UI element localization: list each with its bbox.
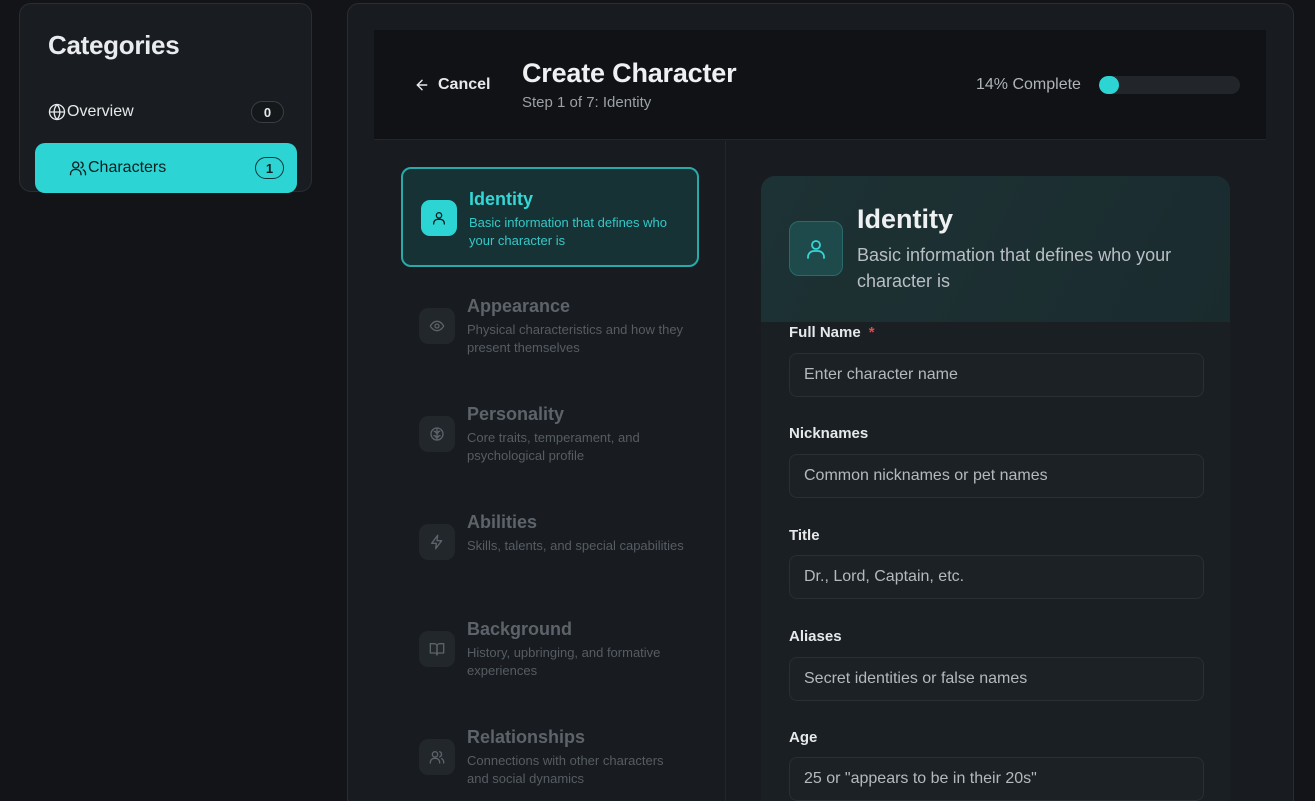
- step-description: Basic information that defines who your …: [469, 215, 667, 248]
- eye-icon: [419, 308, 455, 344]
- sidebar-item-label: Characters: [88, 159, 167, 176]
- globe-icon: [48, 103, 66, 121]
- aliases-input[interactable]: [789, 657, 1204, 701]
- book-icon: [419, 631, 455, 667]
- age-input[interactable]: [789, 757, 1204, 801]
- users-icon: [69, 159, 87, 177]
- nicknames-label: Nicknames: [789, 425, 869, 442]
- cancel-label: Cancel: [438, 76, 491, 93]
- step-description: Skills, talents, and special capabilitie…: [467, 538, 684, 553]
- step-title: Relationships: [467, 727, 586, 747]
- user-icon: [421, 200, 457, 236]
- step-description: Physical characteristics and how they pr…: [467, 322, 684, 355]
- section-description: Basic information that defines who your …: [857, 245, 1172, 291]
- nicknames-input[interactable]: [789, 454, 1204, 498]
- sidebar-title: Categories: [48, 30, 180, 60]
- lightning-icon: [419, 524, 455, 560]
- progress-bar: [1099, 76, 1240, 94]
- progress-label: 14% Complete: [976, 76, 1081, 93]
- sidebar-item-label: Overview: [67, 103, 134, 120]
- label-text: Full Name: [789, 324, 861, 341]
- step-indicator: Step 1 of 7: Identity: [522, 94, 652, 111]
- sidebar-item-characters[interactable]: Characters 1: [35, 143, 297, 193]
- cancel-button[interactable]: Cancel: [414, 72, 490, 98]
- step-description: Core traits, temperament, and psychologi…: [467, 430, 640, 463]
- step-title: Personality: [467, 404, 565, 424]
- step-background[interactable]: Background History, upbringing, and form…: [401, 599, 699, 699]
- users-icon: [419, 739, 455, 775]
- step-title: Appearance: [467, 296, 571, 316]
- step-title: Background: [467, 619, 573, 639]
- step-description: Connections with other characters and so…: [467, 753, 664, 786]
- full-name-label: Full Name *: [789, 324, 875, 341]
- title-input[interactable]: [789, 555, 1204, 599]
- section-title: Identity: [857, 204, 954, 234]
- count-badge: 1: [255, 157, 284, 179]
- title-label: Title: [789, 527, 820, 544]
- required-marker: *: [868, 324, 875, 341]
- user-icon: [789, 221, 843, 276]
- step-abilities[interactable]: Abilities Skills, talents, and special c…: [401, 492, 699, 592]
- arrow-left-icon: [414, 77, 430, 93]
- age-label: Age: [789, 729, 818, 746]
- step-description: History, upbringing, and formative exper…: [467, 645, 661, 678]
- step-title: Abilities: [467, 512, 538, 532]
- count-badge: 0: [251, 101, 284, 123]
- sidebar-item-overview[interactable]: Overview 0: [35, 87, 297, 137]
- step-identity[interactable]: Identity Basic information that defines …: [401, 167, 699, 267]
- full-name-input[interactable]: [789, 353, 1204, 397]
- step-title: Identity: [469, 189, 534, 209]
- progress-fill: [1099, 76, 1119, 94]
- step-appearance[interactable]: Appearance Physical characteristics and …: [401, 276, 699, 376]
- step-personality[interactable]: Personality Core traits, temperament, an…: [401, 384, 699, 484]
- aliases-label: Aliases: [789, 628, 842, 645]
- categories-sidebar: Categories Overview 0 Characters 1: [19, 3, 312, 193]
- page-title: Create Character: [522, 58, 737, 88]
- card-header: Identity Basic information that defines …: [761, 176, 1230, 322]
- step-relationships[interactable]: Relationships Connections with other cha…: [401, 707, 699, 801]
- brain-icon: [419, 416, 455, 452]
